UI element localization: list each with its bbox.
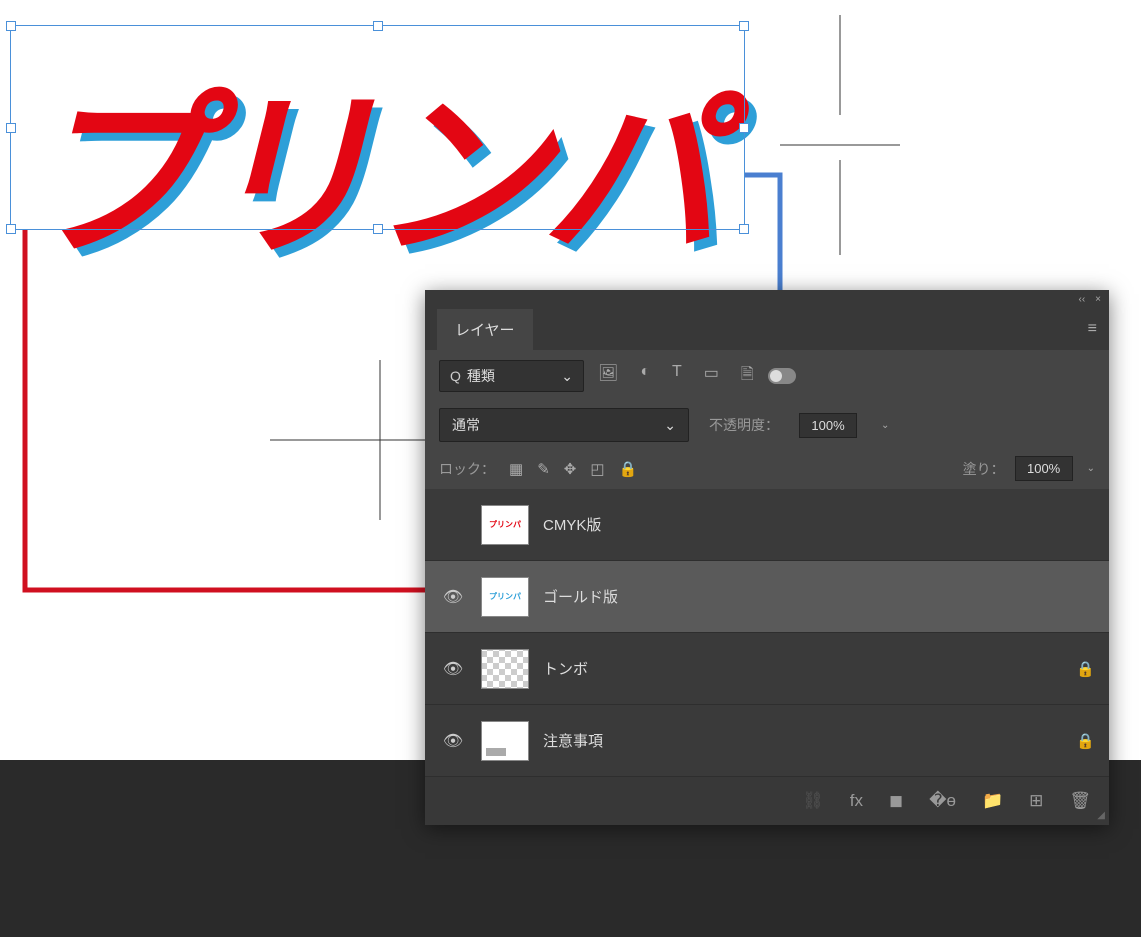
layer-thumbnail[interactable] [481, 649, 529, 689]
layer-filter-row: Q 種類 ⌄ 🖼 ◐ T ▭ 🗎 [425, 350, 1109, 402]
lock-transparency-icon[interactable]: ▦ [509, 460, 523, 478]
selection-handle-bl[interactable] [6, 224, 16, 234]
layer-name[interactable]: トンボ [543, 658, 1062, 679]
eye-icon: 👁 [443, 733, 463, 750]
layer-row-cmyk[interactable]: プリンパ CMYK版 [425, 489, 1109, 561]
chevron-down-icon: ⌄ [664, 417, 676, 434]
layer-row-notes[interactable]: 👁 注意事項 🔒 [425, 705, 1109, 777]
filter-toggle[interactable] [768, 368, 796, 384]
lock-artboard-icon[interactable]: ◰ [590, 460, 604, 478]
selection-handle-ml[interactable] [6, 123, 16, 133]
layer-list: プリンパ CMYK版 👁 プリンパ ゴールド版 👁 トンボ 🔒 👁 注意事項 🔒 [425, 489, 1109, 777]
lock-icon: 🔒 [1076, 660, 1095, 678]
selection-handle-tl[interactable] [6, 21, 16, 31]
chevron-down-icon[interactable]: ⌄ [1087, 463, 1095, 474]
resize-grip[interactable]: ◢ [1097, 810, 1105, 821]
chevron-down-icon[interactable]: ⌄ [881, 420, 889, 431]
search-icon: Q [450, 368, 461, 384]
layer-row-gold[interactable]: 👁 プリンパ ゴールド版 [425, 561, 1109, 633]
filter-image-icon[interactable]: 🖼 [598, 363, 618, 390]
filter-type-label: 種類 [467, 366, 495, 386]
lock-icon: 🔒 [1076, 732, 1095, 750]
lock-pixels-icon[interactable]: ✎ [537, 460, 550, 478]
filter-icon-group: 🖼 ◐ T ▭ 🗎 [598, 363, 754, 390]
blend-mode-value: 通常 [452, 415, 480, 435]
lock-fill-row: ロック： ▦ ✎ ✥ ◰ 🔒 塗り： 100% ⌄ [425, 448, 1109, 489]
delete-layer-icon[interactable]: 🗑 [1069, 791, 1091, 811]
opacity-label: 不透明度： [709, 415, 779, 435]
visibility-toggle[interactable]: 👁 [439, 731, 467, 751]
new-group-icon[interactable]: 📁 [982, 791, 1003, 811]
fill-value[interactable]: 100% [1015, 456, 1073, 481]
filter-adjust-icon[interactable]: ◐ [640, 363, 650, 390]
blend-mode-select[interactable]: 通常 ⌄ [439, 408, 689, 442]
layer-name[interactable]: CMYK版 [543, 514, 1095, 535]
panel-menu-icon[interactable]: ≡ [1088, 320, 1097, 338]
lock-all-icon[interactable]: 🔒 [619, 460, 638, 478]
opacity-value[interactable]: 100% [799, 413, 857, 438]
collapse-icon[interactable]: ‹‹ [1078, 294, 1085, 305]
adjustment-layer-icon[interactable]: �ө [929, 791, 956, 811]
filter-shape-icon[interactable]: ▭ [704, 363, 719, 390]
layers-panel: ‹‹ × レイヤー ≡ Q 種類 ⌄ 🖼 ◐ T ▭ 🗎 通常 ⌄ 不透明度： … [425, 290, 1109, 825]
panel-header: ‹‹ × [425, 290, 1109, 308]
filter-smart-icon[interactable]: 🗎 [741, 363, 754, 390]
layer-thumbnail[interactable] [481, 721, 529, 761]
link-layers-icon[interactable]: ⛓ [802, 791, 824, 811]
layer-thumbnail[interactable]: プリンパ [481, 577, 529, 617]
fx-icon[interactable]: fx [850, 791, 863, 811]
layer-name[interactable]: ゴールド版 [543, 586, 1095, 607]
filter-type-select[interactable]: Q 種類 ⌄ [439, 360, 584, 392]
new-layer-icon[interactable]: ⊞ [1029, 791, 1043, 811]
fill-label: 塗り： [963, 459, 1005, 479]
visibility-toggle[interactable]: 👁 [439, 587, 467, 607]
mask-icon[interactable]: ◼ [889, 791, 903, 811]
panel-footer: ⛓ fx ◼ �ө 📁 ⊞ 🗑 [425, 777, 1109, 825]
layers-tab[interactable]: レイヤー [437, 309, 533, 350]
eye-icon: 👁 [443, 661, 463, 678]
chevron-down-icon: ⌄ [561, 368, 573, 385]
annotation-arrow-red [20, 225, 480, 605]
filter-type-icon[interactable]: T [672, 363, 682, 390]
close-icon[interactable]: × [1095, 294, 1101, 305]
eye-icon: 👁 [443, 589, 463, 606]
layer-thumbnail[interactable]: プリンパ [481, 505, 529, 545]
layer-name[interactable]: 注意事項 [543, 730, 1062, 751]
logo-artwork[interactable]: プリンパ プリンパ [25, 30, 745, 230]
lock-position-icon[interactable]: ✥ [564, 460, 577, 478]
visibility-toggle[interactable]: 👁 [439, 659, 467, 679]
layer-row-tombo[interactable]: 👁 トンボ 🔒 [425, 633, 1109, 705]
blend-opacity-row: 通常 ⌄ 不透明度： 100% ⌄ [425, 402, 1109, 448]
panel-tab-bar: レイヤー ≡ [425, 308, 1109, 350]
lock-label: ロック： [439, 459, 495, 479]
